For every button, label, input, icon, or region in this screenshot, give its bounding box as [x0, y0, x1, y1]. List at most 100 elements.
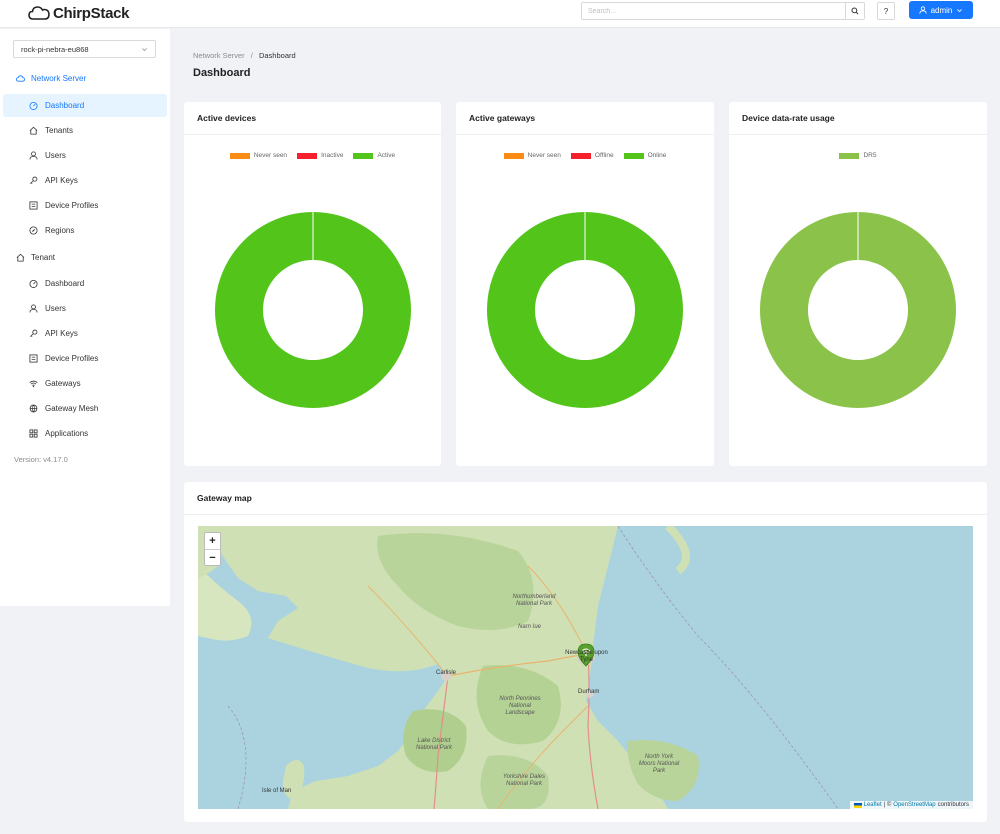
card-divider: [184, 134, 441, 135]
sidebar-item-ns-tenants[interactable]: Tenants: [3, 119, 167, 142]
user-icon: [29, 304, 38, 313]
tenant-select[interactable]: rock-pi-nebra-eu868: [13, 40, 156, 58]
leaflet-link[interactable]: Leaflet: [864, 802, 882, 808]
card-gateway-map: Gateway map Northumberland National Park…: [184, 482, 987, 822]
sidebar-item-ns-device-profiles[interactable]: Device Profiles: [3, 194, 167, 217]
sidebar-item-tenant-device-profiles[interactable]: Device Profiles: [3, 347, 167, 370]
openstreetmap-link[interactable]: OpenStreetMap: [893, 802, 935, 808]
donut-chart-data-rate-usage: [760, 212, 956, 408]
sidebar-item-label: Dashboard: [45, 101, 85, 110]
dashboard-icon: [29, 101, 38, 110]
cloud-icon: [16, 74, 25, 82]
legend-item-active[interactable]: Active: [353, 152, 395, 159]
attribution-separator: | ©: [883, 802, 892, 808]
key-icon: [30, 329, 38, 337]
map-label-isle-of-man: Isle of Man: [262, 788, 292, 794]
sidebar-item-tenant-dashboard[interactable]: Dashboard: [3, 272, 167, 295]
card-divider: [729, 134, 987, 135]
map-label-lake-district: Lake District National Park: [415, 738, 453, 751]
sidebar-item-label: Regions: [45, 226, 75, 235]
legend-swatch: [503, 152, 524, 159]
sidebar-item-label: Device Profiles: [45, 201, 99, 210]
legend-item-dr5[interactable]: DR5: [839, 152, 877, 159]
gateway-map[interactable]: Northumberland National Park Narn Iue Ne…: [198, 526, 973, 809]
map-label-yorkshire-dales: Yorkshire Dales National Park: [502, 774, 546, 787]
legend-swatch: [570, 152, 591, 159]
legend-item-inactive[interactable]: Inactive: [297, 152, 343, 159]
sidebar-item-tenant-users[interactable]: Users: [3, 297, 167, 320]
help-button[interactable]: ?: [877, 2, 895, 20]
sidebar-item-tenant-gateways[interactable]: Gateways: [3, 372, 167, 395]
sidebar-item-label: API Keys: [45, 329, 78, 338]
legend-swatch: [623, 152, 644, 159]
cloud-logo-icon: [28, 6, 50, 20]
chirpstack-logo[interactable]: ChirpStack: [28, 2, 130, 24]
chevron-down-icon: [957, 8, 963, 12]
legend-item-online[interactable]: Online: [623, 152, 667, 159]
sidebar-item-tenant-applications[interactable]: Applications: [3, 422, 167, 445]
sidebar-item-ns-dashboard[interactable]: Dashboard: [3, 94, 167, 117]
legend-swatch: [839, 152, 860, 159]
sidebar-item-label: Dashboard: [45, 279, 85, 288]
version-label: Version: v4.17.0: [14, 455, 68, 464]
chevron-down-icon: [142, 47, 147, 51]
legend-label: Offline: [594, 152, 614, 159]
map-tiles: [198, 526, 973, 809]
dashboard-icon: [29, 279, 38, 288]
card-title: Active devices: [197, 113, 257, 123]
legend-swatch: [229, 152, 250, 159]
sidebar-item-label: Applications: [45, 429, 89, 438]
top-header: ChirpStack ? admin: [0, 0, 1000, 28]
map-zoom-control: + −: [204, 532, 221, 566]
sidebar-item-label: Users: [45, 151, 66, 160]
sidebar-item-ns-users[interactable]: Users: [3, 144, 167, 167]
ukraine-flag-icon: [853, 802, 862, 808]
chart-legend: Never seen Offline Online: [456, 152, 714, 159]
mesh-icon: [29, 404, 38, 413]
legend-item-never-seen[interactable]: Never seen: [229, 152, 288, 159]
apps-icon: [29, 429, 38, 438]
search-button[interactable]: [845, 2, 865, 20]
sidebar-item-tenant-api-keys[interactable]: API Keys: [3, 322, 167, 345]
menu-group-tenant[interactable]: Tenant: [0, 245, 170, 269]
brand-name: ChirpStack: [53, 4, 130, 22]
zoom-in-button[interactable]: +: [205, 533, 220, 549]
sidebar-item-label: Gateways: [45, 379, 81, 388]
sidebar-item-tenant-gateway-mesh[interactable]: Gateway Mesh: [3, 397, 167, 420]
sidebar-item-label: Gateway Mesh: [45, 404, 99, 413]
legend-item-never-seen[interactable]: Never seen: [503, 152, 561, 159]
legend-swatch: [353, 152, 374, 159]
legend-label: Inactive: [321, 152, 344, 159]
legend-label: Never seen: [253, 152, 288, 159]
page-title: Dashboard: [193, 67, 251, 79]
legend-label: Online: [647, 152, 667, 159]
user-menu-button[interactable]: admin: [909, 1, 973, 19]
sidebar-item-label: Tenants: [45, 126, 74, 135]
legend-item-offline[interactable]: Offline: [570, 152, 614, 159]
wifi-icon: [29, 380, 38, 388]
card-divider: [184, 514, 987, 515]
zoom-out-button[interactable]: −: [205, 549, 220, 565]
home-icon: [16, 253, 25, 262]
compass-icon: [29, 226, 38, 235]
menu-group-network-server[interactable]: Network Server: [0, 66, 170, 90]
breadcrumb: Network Server / Dashboard: [193, 51, 296, 60]
card-title: Gateway map: [197, 493, 252, 503]
sidebar-item-ns-regions[interactable]: Regions: [3, 219, 167, 242]
chart-legend: Never seen Inactive Active: [184, 152, 441, 159]
sidebar-item-ns-api-keys[interactable]: API Keys: [3, 169, 167, 192]
legend-label: DR5: [863, 152, 877, 159]
breadcrumb-separator: /: [250, 51, 253, 60]
breadcrumb-network-server[interactable]: Network Server: [193, 51, 245, 60]
map-label-newcastle: Newcastle upon Tyne: [565, 650, 608, 663]
home-icon: [29, 126, 38, 135]
map-label-north-pennines: North Pennines National Landscape: [499, 696, 541, 716]
user-name: admin: [930, 5, 953, 15]
map-label-north-york-moors: North York Moors National Park: [638, 754, 680, 774]
donut-chart-active-gateways: [487, 212, 683, 408]
chart-legend: DR5: [729, 152, 987, 159]
search-input[interactable]: [581, 2, 845, 20]
breadcrumb-dashboard: Dashboard: [258, 51, 296, 60]
card-title: Device data-rate usage: [742, 113, 835, 123]
search-bar: [581, 2, 865, 20]
